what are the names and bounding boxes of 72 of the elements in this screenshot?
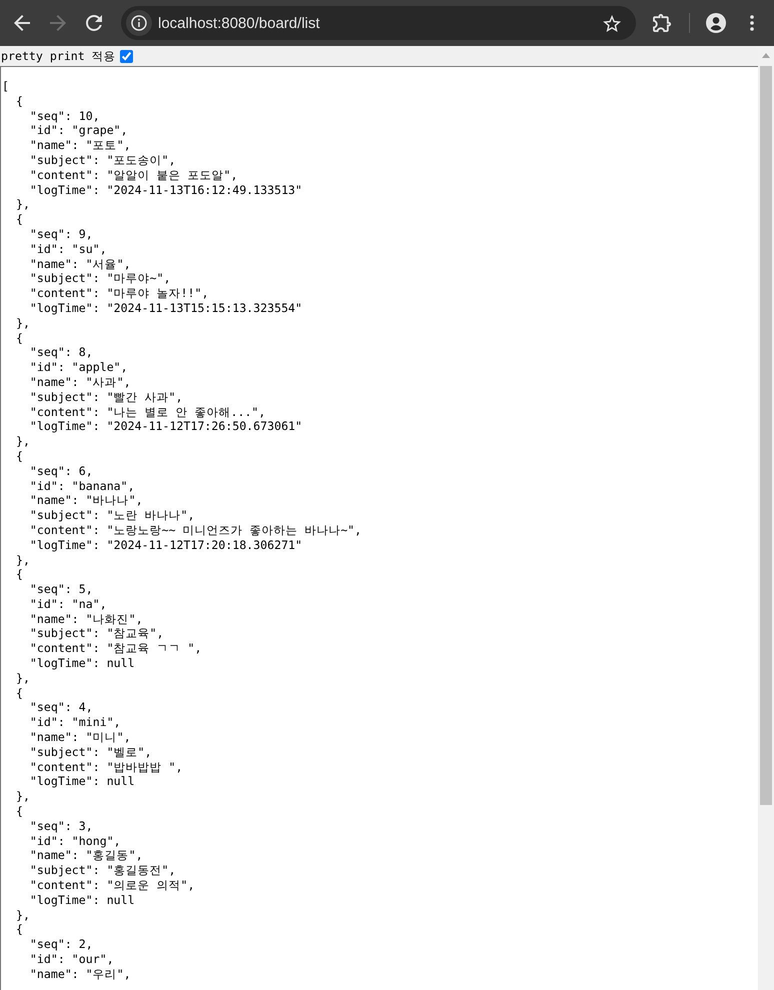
json-line: "name": "사과", [28,374,132,390]
json-line: "seq": 6, [28,464,94,479]
json-line: "logTime": null [28,774,136,790]
json-line: "subject": "마루야~", [28,271,172,286]
info-icon[interactable] [126,10,152,36]
json-line: }, [14,316,31,331]
json-line: "id": "our", [28,952,115,967]
json-line: "subject": "노란 바나나", [28,508,196,523]
json-line: "content": "밥바밥밥 ", [28,760,184,774]
json-line: }, [14,434,31,449]
json-line: }, [14,908,31,922]
json-line: "content": "의로운 의적", [28,878,196,893]
json-line: "logTime": "2024-11-12T17:26:50.673061" [28,419,304,434]
json-line: "name": "바나나", [28,493,144,508]
json-line: "seq": 3, [28,818,94,834]
json-line: "content": "마루야 놀자!!", [28,286,210,301]
json-line: "subject": "홍길동전", [28,863,177,878]
json-line: "name": "홍길동", [28,848,144,864]
json-line: "logTime": null [28,656,136,671]
star-icon[interactable] [603,14,621,32]
json-line: "id": "banana", [28,478,136,494]
json-line: }, [14,789,31,804]
json-line: "name": "우리", [28,966,132,982]
json-line: { [14,567,24,582]
avatar-icon[interactable] [706,13,726,33]
json-line: { [14,212,24,227]
json-line: "logTime": "2024-11-13T16:12:49.133513" [28,182,304,198]
json-line: "seq": 9, [28,226,94,242]
json-line: { [14,94,24,109]
json-line: "content": "나는 별로 안 좋아해...", [28,404,267,420]
json-line: "id": "su", [28,242,108,257]
json-line: "subject": "참교육", [28,626,165,642]
json-line: "name": "미니", [28,730,132,745]
json-line: "id": "apple", [28,360,129,375]
json-line: "seq": 4, [28,700,94,716]
scrollbar-thumb[interactable] [760,66,772,805]
json-line: "content": "노랑노랑~~ 미니언즈가 좋아하는 바나나~", [28,522,363,538]
address-bar[interactable]: localhost:8080/board/list [121,6,636,40]
json-line: "seq": 8, [28,345,94,360]
json-line: "content": "참교육 ㄱㄱ ", [28,641,203,656]
json-line: }, [14,670,31,686]
reload-icon[interactable] [86,15,102,31]
json-line: "logTime": null [28,892,136,908]
json-line: "name": "포토", [28,138,132,153]
json-line: { [14,330,24,346]
json-line: { [14,448,24,464]
json-line: { [14,804,24,819]
json-line: }, [14,552,31,568]
json-line: "subject": "벨로", [28,744,153,760]
json-line: "logTime": "2024-11-12T17:20:18.306271" [28,538,304,552]
json-line: "id": "hong", [28,834,122,848]
json-line: "content": "알알이 붙은 포도알", [28,168,239,183]
pretty-print-checkbox[interactable] [120,50,133,62]
json-line: "id": "na", [28,596,108,612]
json-line: "name": "나화진", [28,612,144,626]
json-line: "seq": 2, [28,937,94,952]
json-line: "logTime": "2024-11-13T15:15:13.323554" [28,300,304,316]
back-arrow-icon[interactable] [14,15,30,31]
json-line: "id": "mini", [28,715,122,730]
menu-icon[interactable] [750,15,754,31]
json-line: "seq": 5, [28,582,94,597]
json-line: "seq": 10, [28,108,101,124]
pretty-print-label: pretty print 적용 [1,48,116,64]
json-line: [ [2,79,10,94]
json-line: { [14,686,24,700]
puzzle-icon[interactable] [653,14,671,32]
json-line: }, [14,197,31,212]
json-line: "name": "서율", [28,256,132,272]
json-line: "id": "grape", [28,123,129,138]
json-line: { [14,922,24,938]
json-line: "subject": "빨간 사과", [28,390,184,405]
json-line: "subject": "포도송이", [28,152,177,168]
